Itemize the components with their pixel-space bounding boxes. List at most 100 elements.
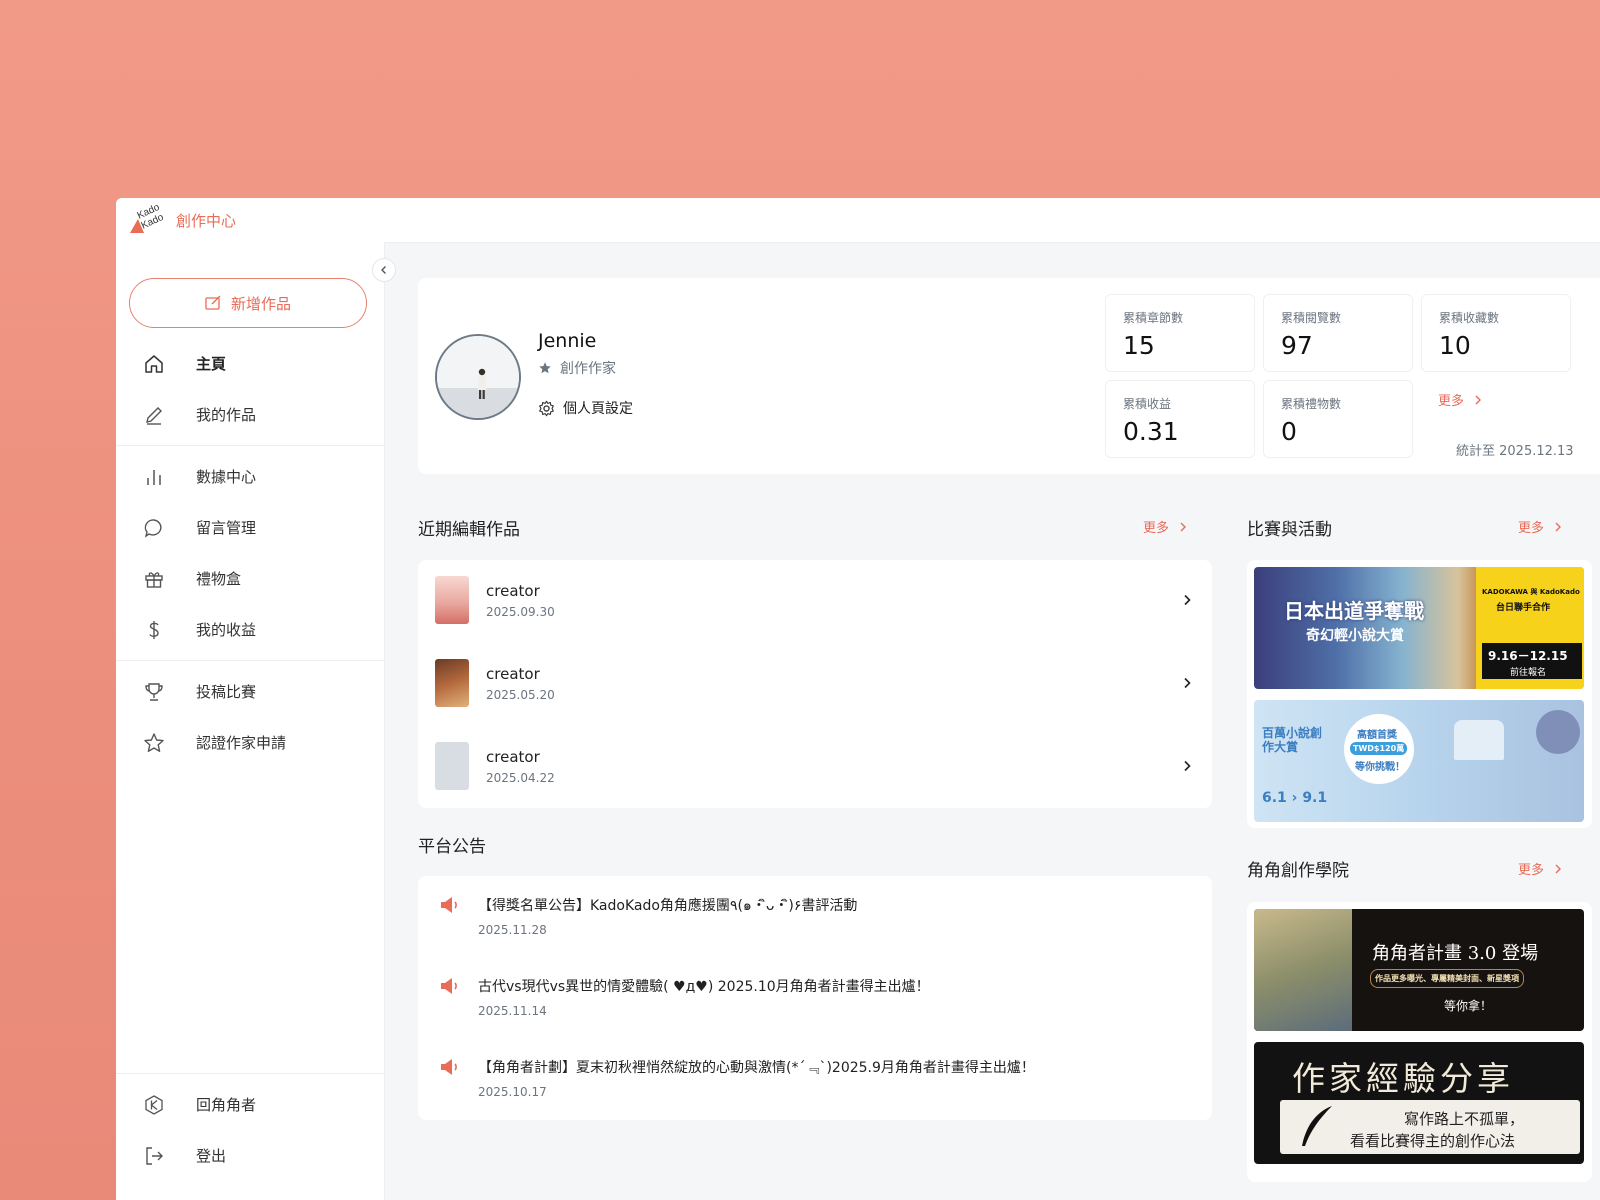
banner-subtitle: 奇幻輕小說大賞 — [1306, 628, 1404, 644]
sidebar-item-label: 留言管理 — [196, 519, 257, 537]
stat-label: 累積章節數 — [1123, 311, 1184, 325]
stat-value: 0 — [1281, 417, 1297, 446]
sidebar-item-label: 認證作家申請 — [196, 734, 287, 752]
sidebar: 新增作品 主頁 我的作品 數據中心 留言管理 禮物盒 我的收益 投稿比賽 認證作… — [116, 242, 396, 1200]
profile-settings-label: 個人頁設定 — [563, 401, 633, 417]
sidebar-item-label: 數據中心 — [196, 468, 257, 486]
comment-icon — [142, 516, 166, 540]
contests-title: 比賽與活動 — [1247, 520, 1332, 540]
chevron-right-icon — [1184, 594, 1191, 606]
sidebar-item-gift-box[interactable]: 禮物盒 — [116, 553, 384, 604]
banner-side-line1: KADOKAWA 與 KadoKado — [1482, 588, 1580, 596]
gift-icon — [142, 567, 166, 591]
megaphone-icon — [441, 897, 457, 913]
sidebar-item-home[interactable]: 主頁 — [116, 338, 384, 389]
work-title: creator — [486, 748, 540, 766]
app-logo[interactable]: Kado Kado 創作中心 — [128, 205, 236, 235]
announcement-date: 2025.10.17 — [478, 1085, 547, 1099]
k-badge-icon — [142, 1093, 166, 1117]
dollar-icon — [142, 618, 166, 642]
trophy-icon — [142, 680, 166, 704]
stat-label: 累積閱覽數 — [1281, 311, 1342, 325]
stat-value: 15 — [1123, 331, 1155, 360]
logout-icon — [142, 1144, 166, 1168]
stats-updated-note: 統計至 2025.12.13 — [1456, 444, 1574, 459]
sidebar-item-label: 登出 — [196, 1147, 227, 1165]
work-date: 2025.05.20 — [486, 688, 555, 702]
megaphone-icon — [441, 978, 457, 994]
profile-name: Jennie — [538, 330, 597, 352]
list-item[interactable]: creator 2025.04.22 — [418, 726, 1212, 808]
stat-value: 97 — [1281, 331, 1313, 360]
collapse-sidebar-button[interactable] — [372, 258, 396, 282]
avatar[interactable] — [435, 334, 521, 420]
chevron-right-icon — [1475, 395, 1482, 404]
bar-chart-icon — [142, 465, 166, 489]
contests-more-link[interactable]: 更多 — [1518, 517, 1562, 536]
chevron-right-icon — [1555, 522, 1562, 531]
contest-banner-fantasy[interactable]: 日本出道爭奪戰 奇幻輕小說大賞 KADOKAWA 與 KadoKado 台日聯手… — [1254, 567, 1584, 689]
stats-more-label: 更多 — [1438, 394, 1465, 409]
screenshot-frame: Kado Kado 創作中心 新增作品 主頁 我的作品 數據中心 留言管理 禮物… — [0, 0, 1600, 1200]
sidebar-bottom-nav: 回角角者 登出 — [116, 1068, 384, 1181]
academy-banner-experience[interactable]: 作家經驗分享 寫作路上不孤單， 看看比賽得主的創作心法 — [1254, 1042, 1584, 1164]
contests-more-label: 更多 — [1518, 521, 1545, 536]
sidebar-item-logout[interactable]: 登出 — [116, 1130, 384, 1181]
sidebar-item-contests[interactable]: 投稿比賽 — [116, 666, 384, 717]
profile-role-label: 創作作家 — [560, 361, 616, 377]
banner-prize-amount: TWD$120萬 — [1350, 742, 1408, 755]
announcement-date: 2025.11.14 — [478, 1004, 547, 1018]
list-item[interactable]: 古代vs現代vs異世的情愛體驗( ♥д♥) 2025.10月角角者計畫得主出爐！… — [418, 957, 1212, 1039]
chevron-right-icon — [1184, 760, 1191, 772]
app-title: 創作中心 — [176, 211, 237, 230]
academy-title: 角角創作學院 — [1247, 861, 1349, 881]
home-icon — [142, 352, 166, 376]
profile-settings-link[interactable]: 個人頁設定 — [538, 398, 633, 418]
stats-more-link[interactable]: 更多 — [1438, 390, 1482, 409]
banner-dates: 9.16－12.15 — [1488, 649, 1568, 663]
sidebar-item-data-center[interactable]: 數據中心 — [116, 451, 384, 502]
chevron-right-icon — [1180, 522, 1187, 531]
banner-prize: 高額首獎 — [1357, 730, 1397, 741]
banner-headline: 角角者計畫 3.0 登場 — [1372, 943, 1539, 964]
academy-card: 角角者計畫 3.0 登場 作品更多曝光、專屬精美封面、新星獎項 等你拿！ 作家經… — [1247, 902, 1592, 1182]
sidebar-item-label: 主頁 — [196, 355, 227, 373]
announcements-list: 【得獎名單公告】KadoKado角角應援團٩(๑・ิᴗ・ิ)۶書評活動 2025… — [418, 876, 1212, 1120]
quill-icon — [1302, 1106, 1332, 1146]
chevron-left-icon — [381, 266, 386, 274]
app-window: Kado Kado 創作中心 新增作品 主頁 我的作品 數據中心 留言管理 禮物… — [116, 198, 1600, 1200]
banner-illustration — [1254, 909, 1352, 1031]
new-work-button[interactable]: 新增作品 — [129, 278, 367, 328]
stat-label: 累積收益 — [1123, 397, 1172, 411]
recent-works-more-link[interactable]: 更多 — [1143, 517, 1187, 536]
banner-challenge: 等你挑戰！ — [1355, 762, 1405, 773]
list-item[interactable]: creator 2025.09.30 — [418, 560, 1212, 642]
profile-card: Jennie 創作作家 個人頁設定 累積章節數 15 累積閱覽數 97 累積收藏… — [418, 278, 1600, 474]
kadokado-logo-icon: Kado Kado — [130, 205, 166, 233]
announcement-date: 2025.11.28 — [478, 923, 547, 937]
stat-chapters: 累積章節數 15 — [1105, 294, 1255, 372]
list-item[interactable]: creator 2025.05.20 — [418, 643, 1212, 725]
new-work-label: 新增作品 — [230, 294, 291, 313]
announcements-title: 平台公告 — [418, 837, 486, 857]
recent-works-list: creator 2025.09.30 creator 2025.05.20 cr… — [418, 560, 1212, 808]
academy-more-link[interactable]: 更多 — [1518, 859, 1562, 878]
list-item[interactable]: 【得獎名單公告】KadoKado角角應援團٩(๑・ิᴗ・ิ)۶書評活動 2025… — [418, 876, 1212, 958]
academy-banner-program[interactable]: 角角者計畫 3.0 登場 作品更多曝光、專屬精美封面、新星獎項 等你拿！ — [1254, 909, 1584, 1031]
sidebar-item-label: 我的作品 — [196, 406, 257, 424]
work-title: creator — [486, 582, 540, 600]
banner-side-line2: 台日聯手合作 — [1496, 603, 1551, 613]
academy-more-label: 更多 — [1518, 863, 1545, 878]
sidebar-item-back-to-kadokado[interactable]: 回角角者 — [116, 1079, 384, 1130]
sidebar-item-label: 投稿比賽 — [196, 683, 257, 701]
list-item[interactable]: 【角角者計劃】夏末初秋裡悄然綻放的心動與激情(*´﹃`)2025.9月角角者計畫… — [418, 1038, 1212, 1120]
sidebar-item-earnings[interactable]: 我的收益 — [116, 604, 384, 655]
sidebar-nav: 主頁 我的作品 數據中心 留言管理 禮物盒 我的收益 投稿比賽 認證作家申請 — [116, 338, 384, 768]
sidebar-item-author-certification[interactable]: 認證作家申請 — [116, 717, 384, 768]
sidebar-divider — [116, 660, 384, 661]
sidebar-divider — [116, 445, 384, 446]
work-title: creator — [486, 665, 540, 683]
contest-banner-million[interactable]: 百萬小說創作大賞 高額首獎 TWD$120萬 等你挑戰！ 6.1 › 9.1 — [1254, 700, 1584, 822]
sidebar-item-my-works[interactable]: 我的作品 — [116, 389, 384, 440]
sidebar-item-comments[interactable]: 留言管理 — [116, 502, 384, 553]
